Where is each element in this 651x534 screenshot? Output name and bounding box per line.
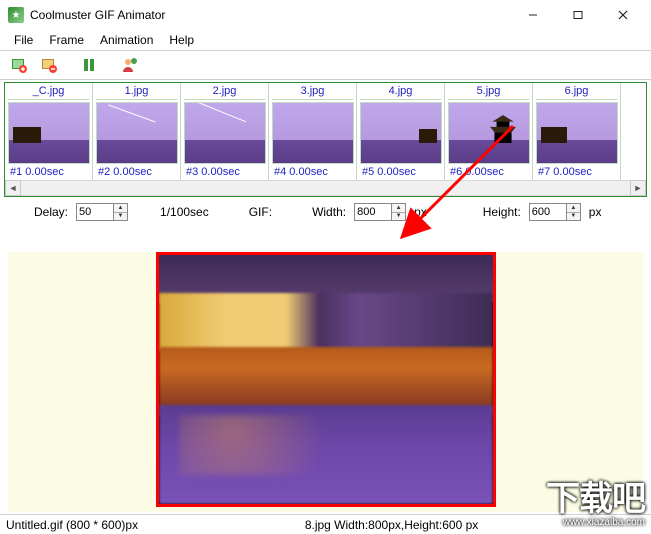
toolbar [0, 50, 651, 80]
about-button[interactable] [116, 53, 142, 77]
frame-label: #6 0.00sec [448, 164, 529, 178]
frame-filename: 4.jpg [360, 85, 441, 100]
frame-item[interactable]: _C.jpg #1 0.00sec [5, 83, 93, 180]
height-input[interactable] [529, 203, 567, 221]
px-label: px [414, 205, 427, 219]
add-frame-icon [10, 56, 28, 74]
settings-bar: Delay: ▲▼ 1/100sec GIF: Width: ▲▼ px Hei… [0, 197, 651, 223]
frame-filename: 3.jpg [272, 85, 353, 100]
frame-strip-scrollbar[interactable]: ◄ ► [5, 180, 646, 196]
frame-label: #7 0.00sec [536, 164, 617, 178]
frame-filename: 5.jpg [448, 85, 529, 100]
frame-filename: _C.jpg [8, 85, 89, 100]
frame-thumbnail [8, 102, 90, 164]
delay-input[interactable] [76, 203, 114, 221]
frame-thumbnail [272, 102, 354, 164]
frame-label: #5 0.00sec [360, 164, 441, 178]
spin-down-icon[interactable]: ▼ [114, 213, 127, 221]
frame-filename: 2.jpg [184, 85, 265, 100]
frame-filename: 1.jpg [96, 85, 177, 100]
titlebar: ★ Coolmuster GIF Animator [0, 0, 651, 30]
frame-thumbnail [96, 102, 178, 164]
menu-help[interactable]: Help [161, 31, 202, 49]
menu-frame[interactable]: Frame [41, 31, 92, 49]
menu-file[interactable]: File [6, 31, 41, 49]
frame-label: #2 0.00sec [96, 164, 177, 178]
menubar: File Frame Animation Help [0, 30, 651, 50]
spin-up-icon[interactable]: ▲ [114, 204, 127, 213]
maximize-button[interactable] [555, 1, 600, 29]
width-stepper[interactable]: ▲▼ [354, 203, 406, 221]
delay-unit: 1/100sec [160, 205, 209, 219]
height-label: Height: [483, 205, 521, 219]
gif-label: GIF: [249, 205, 272, 219]
frame-label: #4 0.00sec [272, 164, 353, 178]
scroll-left-button[interactable]: ◄ [5, 180, 21, 196]
delay-stepper[interactable]: ▲▼ [76, 203, 128, 221]
menu-animation[interactable]: Animation [92, 31, 161, 49]
frame-thumbnail [360, 102, 442, 164]
frame-filename: 6.jpg [536, 85, 617, 100]
scroll-track[interactable] [21, 180, 630, 196]
frame-item[interactable]: 6.jpg #7 0.00sec [533, 83, 621, 180]
frame-item[interactable]: 5.jpg #6 0.00sec [445, 83, 533, 180]
frame-strip: _C.jpg #1 0.00sec 1.jpg #2 0.00sec 2.jpg… [4, 82, 647, 197]
app-icon: ★ [8, 7, 24, 23]
pagoda-icon [481, 113, 525, 143]
pause-button[interactable] [76, 53, 102, 77]
frame-item[interactable]: 3.jpg #4 0.00sec [269, 83, 357, 180]
frame-item[interactable]: 4.jpg #5 0.00sec [357, 83, 445, 180]
width-input[interactable] [354, 203, 392, 221]
scroll-right-button[interactable]: ► [630, 180, 646, 196]
spin-down-icon[interactable]: ▼ [567, 213, 580, 221]
spin-up-icon[interactable]: ▲ [567, 204, 580, 213]
height-stepper[interactable]: ▲▼ [529, 203, 581, 221]
window-title: Coolmuster GIF Animator [30, 8, 510, 22]
about-icon [120, 56, 138, 74]
frame-item[interactable]: 2.jpg #3 0.00sec [181, 83, 269, 180]
delete-frame-button[interactable] [36, 53, 62, 77]
spin-down-icon[interactable]: ▼ [392, 213, 405, 221]
status-file: Untitled.gif (800 * 600)px [6, 518, 138, 532]
frame-thumbnail [184, 102, 266, 164]
minimize-button[interactable] [510, 1, 555, 29]
frame-thumbnail [536, 102, 618, 164]
frame-item[interactable]: 1.jpg #2 0.00sec [93, 83, 181, 180]
close-button[interactable] [600, 1, 645, 29]
frame-label: #3 0.00sec [184, 164, 265, 178]
frame-strip-content[interactable]: _C.jpg #1 0.00sec 1.jpg #2 0.00sec 2.jpg… [5, 83, 646, 180]
frame-thumbnail [448, 102, 530, 164]
window-controls [510, 1, 645, 29]
delay-label: Delay: [34, 205, 68, 219]
delete-frame-icon [40, 56, 58, 74]
add-frame-button[interactable] [6, 53, 32, 77]
preview-area [8, 252, 643, 512]
spin-up-icon[interactable]: ▲ [392, 204, 405, 213]
px-label: px [589, 205, 602, 219]
statusbar: Untitled.gif (800 * 600)px 8.jpg Width:8… [0, 514, 651, 534]
width-label: Width: [312, 205, 346, 219]
pause-icon [80, 56, 98, 74]
frame-label: #1 0.00sec [8, 164, 89, 178]
preview-image [156, 252, 496, 507]
status-frame-info: 8.jpg Width:800px,Height:600 px [138, 518, 645, 532]
